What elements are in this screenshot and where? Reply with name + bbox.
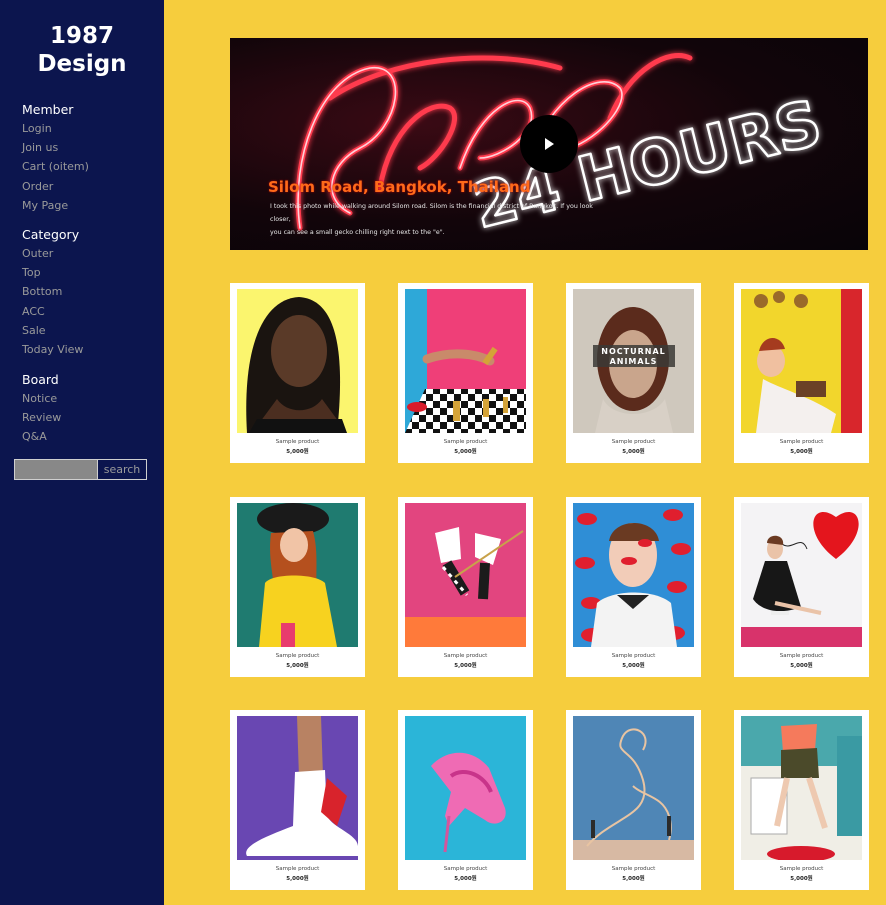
hero-caption-line-2: you can see a small gecko chilling right… [270,229,445,236]
product-price: 5,000원 [286,663,309,669]
menu-item-top[interactable]: Top [22,263,83,282]
product-price: 5,000원 [454,449,477,455]
product-name[interactable]: Sample product [230,653,365,659]
logo-line-2: Design [37,51,127,77]
product-name[interactable]: Sample product [230,439,365,445]
product-name[interactable]: Sample product [734,866,869,872]
product-card[interactable]: Sample product 5,000원 [230,497,365,677]
product-price: 5,000원 [286,449,309,455]
product-image[interactable] [405,716,526,860]
product-price: 5,000원 [790,449,813,455]
site-logo[interactable]: 1987 Design [0,22,164,78]
menu-item-notice[interactable]: Notice [22,389,61,408]
product-image[interactable] [405,289,526,433]
product-card[interactable]: NOCTURNAL ANIMALS Sample product 5,000원 [566,283,701,463]
product-price: 5,000원 [286,876,309,882]
menu-group-member: Member Login Join us Cart (oitem) Order … [22,101,89,215]
hero-video[interactable]: 24 HOURS Silom Road, Bangkok, Thailand I… [230,38,868,250]
product-image[interactable] [237,289,358,433]
menu-title-member: Member [22,102,74,117]
product-card[interactable]: Sample product 5,000원 [230,283,365,463]
product-name[interactable]: Sample product [398,866,533,872]
hero-caption-body: I took this photo while walking around S… [270,200,610,239]
logo-line-1: 1987 [49,23,114,49]
menu-title-board: Board [22,372,59,387]
product-name[interactable]: Sample product [566,866,701,872]
product-name[interactable]: Sample product [398,439,533,445]
product-image[interactable]: NOCTURNAL ANIMALS [573,289,694,433]
menu-item-my-page[interactable]: My Page [22,196,89,215]
product-card[interactable]: Sample product 5,000원 [734,497,869,677]
menu-group-category: Category Outer Top Bottom ACC Sale Today… [22,226,83,359]
hero-caption-title: Silom Road, Bangkok, Thailand [268,178,531,196]
product-price: 5,000원 [454,663,477,669]
product-image[interactable] [573,716,694,860]
product-price: 5,000원 [790,663,813,669]
product-card[interactable]: Sample product 5,000원 [734,710,869,890]
hero-caption-line-1: I took this photo while walking around S… [270,203,593,223]
product-price: 5,000원 [622,449,645,455]
product-card[interactable]: Sample product 5,000원 [230,710,365,890]
menu-item-today-view[interactable]: Today View [22,340,83,359]
product-price: 5,000원 [622,876,645,882]
product-name[interactable]: Sample product [230,866,365,872]
menu-group-board: Board Notice Review Q&A [22,371,61,447]
menu-item-order[interactable]: Order [22,177,89,196]
search-form: search [14,459,147,480]
product-image[interactable] [741,716,862,860]
poster-title: NOCTURNAL [601,347,666,356]
menu-item-login[interactable]: Login [22,119,89,138]
product-card[interactable]: Sample product 5,000원 [734,283,869,463]
product-name[interactable]: Sample product [566,653,701,659]
menu-item-join-us[interactable]: Join us [22,138,89,157]
product-name[interactable]: Sample product [734,653,869,659]
product-price: 5,000원 [454,876,477,882]
product-name[interactable]: Sample product [398,653,533,659]
product-card[interactable]: Sample product 5,000원 [398,497,533,677]
product-card[interactable]: Sample product 5,000원 [566,710,701,890]
product-image[interactable] [573,503,694,647]
product-card[interactable]: Sample product 5,000원 [398,710,533,890]
menu-item-outer[interactable]: Outer [22,244,83,263]
menu-item-qna[interactable]: Q&A [22,427,61,446]
product-name[interactable]: Sample product [734,439,869,445]
product-price: 5,000원 [790,876,813,882]
menu-item-cart[interactable]: Cart (oitem) [22,157,89,176]
menu-item-review[interactable]: Review [22,408,61,427]
menu-item-bottom[interactable]: Bottom [22,282,83,301]
product-image[interactable] [741,503,862,647]
search-button[interactable]: search [97,459,147,480]
product-image[interactable] [237,503,358,647]
play-icon [545,138,554,150]
product-name[interactable]: Sample product [566,439,701,445]
menu-title-category: Category [22,227,80,242]
menu-item-sale[interactable]: Sale [22,321,83,340]
menu-item-acc[interactable]: ACC [22,302,83,321]
poster-title-2: ANIMALS [609,357,658,366]
product-card[interactable]: Sample product 5,000원 [566,497,701,677]
product-image[interactable] [405,503,526,647]
product-price: 5,000원 [622,663,645,669]
product-image[interactable] [237,716,358,860]
sidebar: 1987 Design Member Login Join us Cart (o… [0,0,164,905]
product-card[interactable]: Sample product 5,000원 [398,283,533,463]
product-image[interactable] [741,289,862,433]
search-input[interactable] [14,459,97,480]
play-button[interactable] [520,115,578,173]
